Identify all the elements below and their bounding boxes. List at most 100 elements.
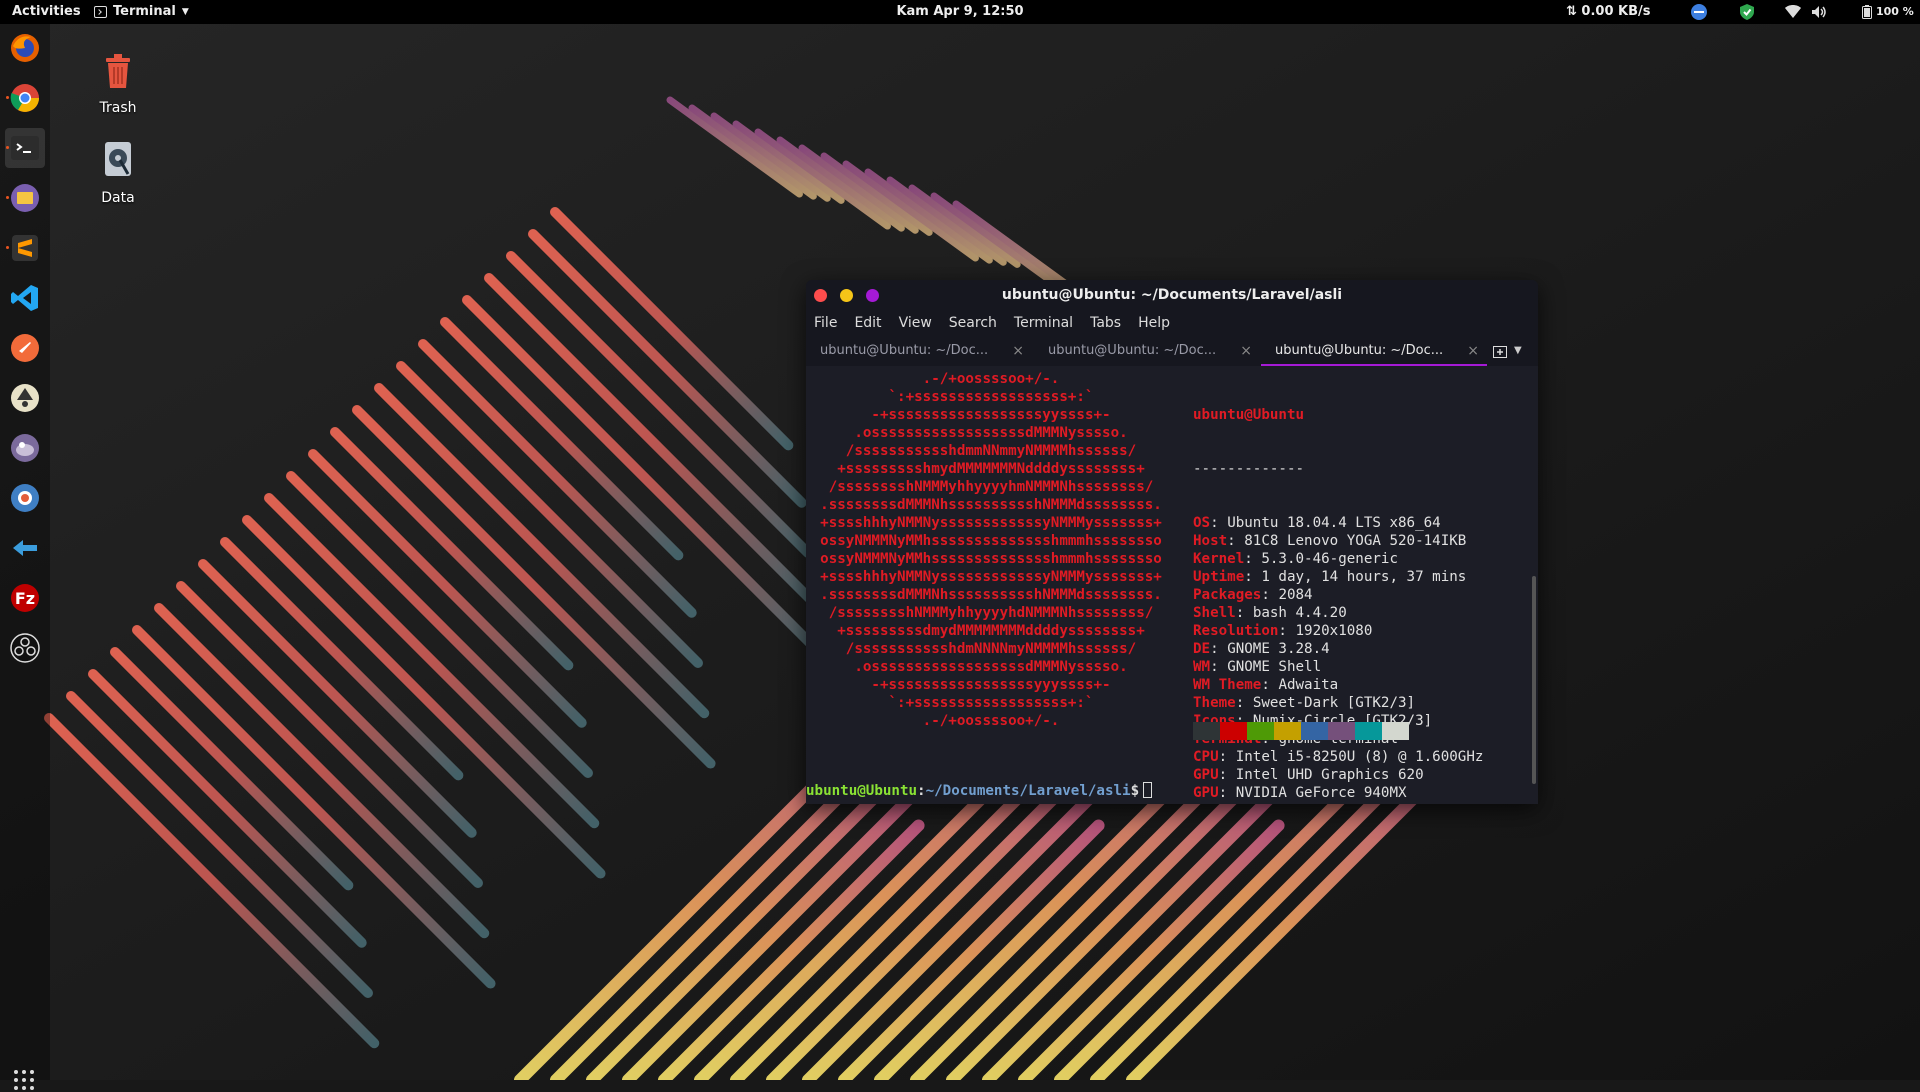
logo-line: .-/+oossssoo+/-. [922, 713, 1060, 729]
info-row: CPU: Intel i5-8250U (8) @ 1.600GHz [1193, 748, 1483, 766]
info-key: Theme [1193, 695, 1236, 711]
dock-obs[interactable] [5, 628, 45, 668]
scrollbar[interactable] [1530, 366, 1538, 804]
info-key: Memory [1193, 803, 1244, 804]
desktop-data-drive[interactable]: Data [78, 138, 158, 206]
filezilla-icon: Fz [11, 584, 39, 612]
info-row: GPU: NVIDIA GeForce 940MX [1193, 784, 1483, 802]
info-key: OS [1193, 515, 1211, 531]
menu-tabs[interactable]: Tabs [1090, 310, 1121, 336]
clock[interactable]: Kam Apr 9, 12:50 [896, 0, 1023, 24]
color-swatch [1328, 722, 1355, 740]
running-indicator [6, 196, 9, 199]
top-bar: Activities Terminal ▼ Kam Apr 9, 12:50 ⇅… [0, 0, 1920, 24]
app-menu-button[interactable]: Terminal ▼ [94, 0, 189, 24]
info-colon: : [1244, 569, 1262, 585]
scrollbar-thumb[interactable] [1532, 576, 1536, 784]
shell-prompt[interactable]: ubuntu@Ubuntu:~/Documents/Laravel/asli$ [806, 782, 1153, 800]
logo-line: .ssssssssdMMMNhsssssssssshNMMMdssssssss. [820, 497, 1162, 513]
dock-vscode[interactable] [5, 278, 45, 318]
info-value: Sweet-Dark [GTK2/3] [1252, 695, 1416, 711]
tab-2[interactable]: ubuntu@Ubuntu: ~/Doc... × [1034, 336, 1260, 366]
dock-chrome[interactable] [5, 78, 45, 118]
menu-terminal[interactable]: Terminal [1014, 310, 1073, 336]
menu-view[interactable]: View [899, 310, 932, 336]
info-colon: : [1218, 785, 1236, 801]
menu-help[interactable]: Help [1138, 310, 1170, 336]
close-icon[interactable]: × [1012, 336, 1024, 366]
dock-inkscape[interactable] [5, 378, 45, 418]
postman-icon [11, 334, 39, 362]
chat-icon[interactable] [1690, 3, 1708, 21]
info-row: Uptime: 1 day, 14 hours, 37 mins [1193, 568, 1483, 586]
dock-sublime[interactable] [5, 228, 45, 268]
tab-3[interactable]: ubuntu@Ubuntu: ~/Doc... × [1261, 336, 1487, 366]
dock-filezilla[interactable]: Fz [5, 578, 45, 618]
git-kraken-icon [13, 540, 37, 556]
maximize-window-button[interactable] [866, 289, 879, 302]
svg-text:Fz: Fz [15, 589, 35, 608]
tab-bar: ubuntu@Ubuntu: ~/Doc... × ubuntu@Ubuntu:… [806, 336, 1538, 366]
info-key: GPU [1193, 767, 1219, 783]
battery-indicator[interactable]: 100 % [1862, 0, 1914, 24]
info-colon: : [1218, 749, 1236, 765]
tab-1[interactable]: ubuntu@Ubuntu: ~/Doc... × [806, 336, 1032, 366]
close-icon[interactable]: × [1240, 336, 1252, 366]
info-row: DE: GNOME 3.28.4 [1193, 640, 1483, 658]
new-tab-icon[interactable] [1492, 343, 1508, 359]
info-row: GPU: Intel UHD Graphics 620 [1193, 766, 1483, 784]
info-colon: : [1278, 623, 1296, 639]
info-value: Intel UHD Graphics 620 [1235, 767, 1424, 783]
files-icon [11, 184, 39, 212]
title-bar[interactable]: ubuntu@Ubuntu: ~/Documents/Laravel/asli [806, 280, 1538, 310]
menu-file[interactable]: File [814, 310, 837, 336]
dock-postman[interactable] [5, 328, 45, 368]
dock-terminal[interactable] [5, 128, 45, 168]
info-key: WM Theme [1193, 677, 1262, 693]
dock-screenshot-tool[interactable] [5, 478, 45, 518]
terminal-icon [11, 136, 39, 160]
chrome-icon [10, 84, 39, 112]
tab-list-chevron-down-icon[interactable]: ▼ [1514, 336, 1522, 366]
vscode-icon [11, 285, 38, 311]
show-applications-icon[interactable] [12, 1068, 36, 1092]
info-key: Uptime [1193, 569, 1245, 585]
battery-icon [1862, 5, 1872, 19]
color-swatch [1247, 722, 1274, 740]
terminal-output[interactable]: .-/+oossssoo+/-. `:+ssssssssssssssssss+:`… [806, 366, 1530, 804]
logo-line: ossyNMMMNyMMhsssssssssssssshmmmhssssssso [820, 551, 1162, 567]
color-swatch [1301, 722, 1328, 740]
tab-label: ubuntu@Ubuntu: ~/Doc... [1275, 343, 1444, 358]
info-colon: : [1227, 533, 1245, 549]
info-key: Packages [1193, 587, 1262, 603]
close-icon[interactable]: × [1467, 336, 1479, 364]
wifi-icon[interactable] [1784, 3, 1802, 21]
dock-git-kraken[interactable] [5, 528, 45, 568]
logo-line: +ssssssssshmydMMMMMMMNddddyssssssss+ [837, 461, 1145, 477]
tab-label: ubuntu@Ubuntu: ~/Doc... [1048, 343, 1217, 358]
net-speed-indicator[interactable]: ⇅ 0.00 KB/s [1566, 0, 1651, 24]
trash-label: Trash [99, 100, 137, 116]
close-window-button[interactable] [814, 289, 827, 302]
info-value: Ubuntu 18.04.4 LTS x86_64 [1227, 515, 1441, 531]
activities-button[interactable]: Activities [12, 0, 81, 24]
menu-edit[interactable]: Edit [854, 310, 881, 336]
menu-search[interactable]: Search [949, 310, 997, 336]
info-row: Resolution: 1920x1080 [1193, 622, 1483, 640]
volume-icon[interactable] [1810, 3, 1828, 21]
terminal-icon [94, 6, 107, 18]
dock-gimp[interactable] [5, 428, 45, 468]
info-value: GNOME Shell [1227, 659, 1322, 675]
info-separator: ------------- [1193, 461, 1305, 477]
info-header: ubuntu@Ubuntu [1193, 407, 1305, 423]
info-row: WM: GNOME Shell [1193, 658, 1483, 676]
logo-line: +sssssssssdmydMMMMMMMMddddyssssssss+ [837, 623, 1145, 639]
logo-line: ossyNMMMNyMMhsssssssssssssshmmmhssssssso [820, 533, 1162, 549]
dock-firefox[interactable] [5, 28, 45, 68]
dock-files[interactable] [5, 178, 45, 218]
desktop-trash[interactable]: Trash [78, 48, 158, 116]
logo-line: .ossssssssssssssssssdMMMNysssso. [854, 659, 1128, 675]
shield-icon[interactable] [1738, 3, 1756, 21]
minimize-window-button[interactable] [840, 289, 853, 302]
logo-line: .ossssssssssssssssssdMMMNysssso. [854, 425, 1128, 441]
